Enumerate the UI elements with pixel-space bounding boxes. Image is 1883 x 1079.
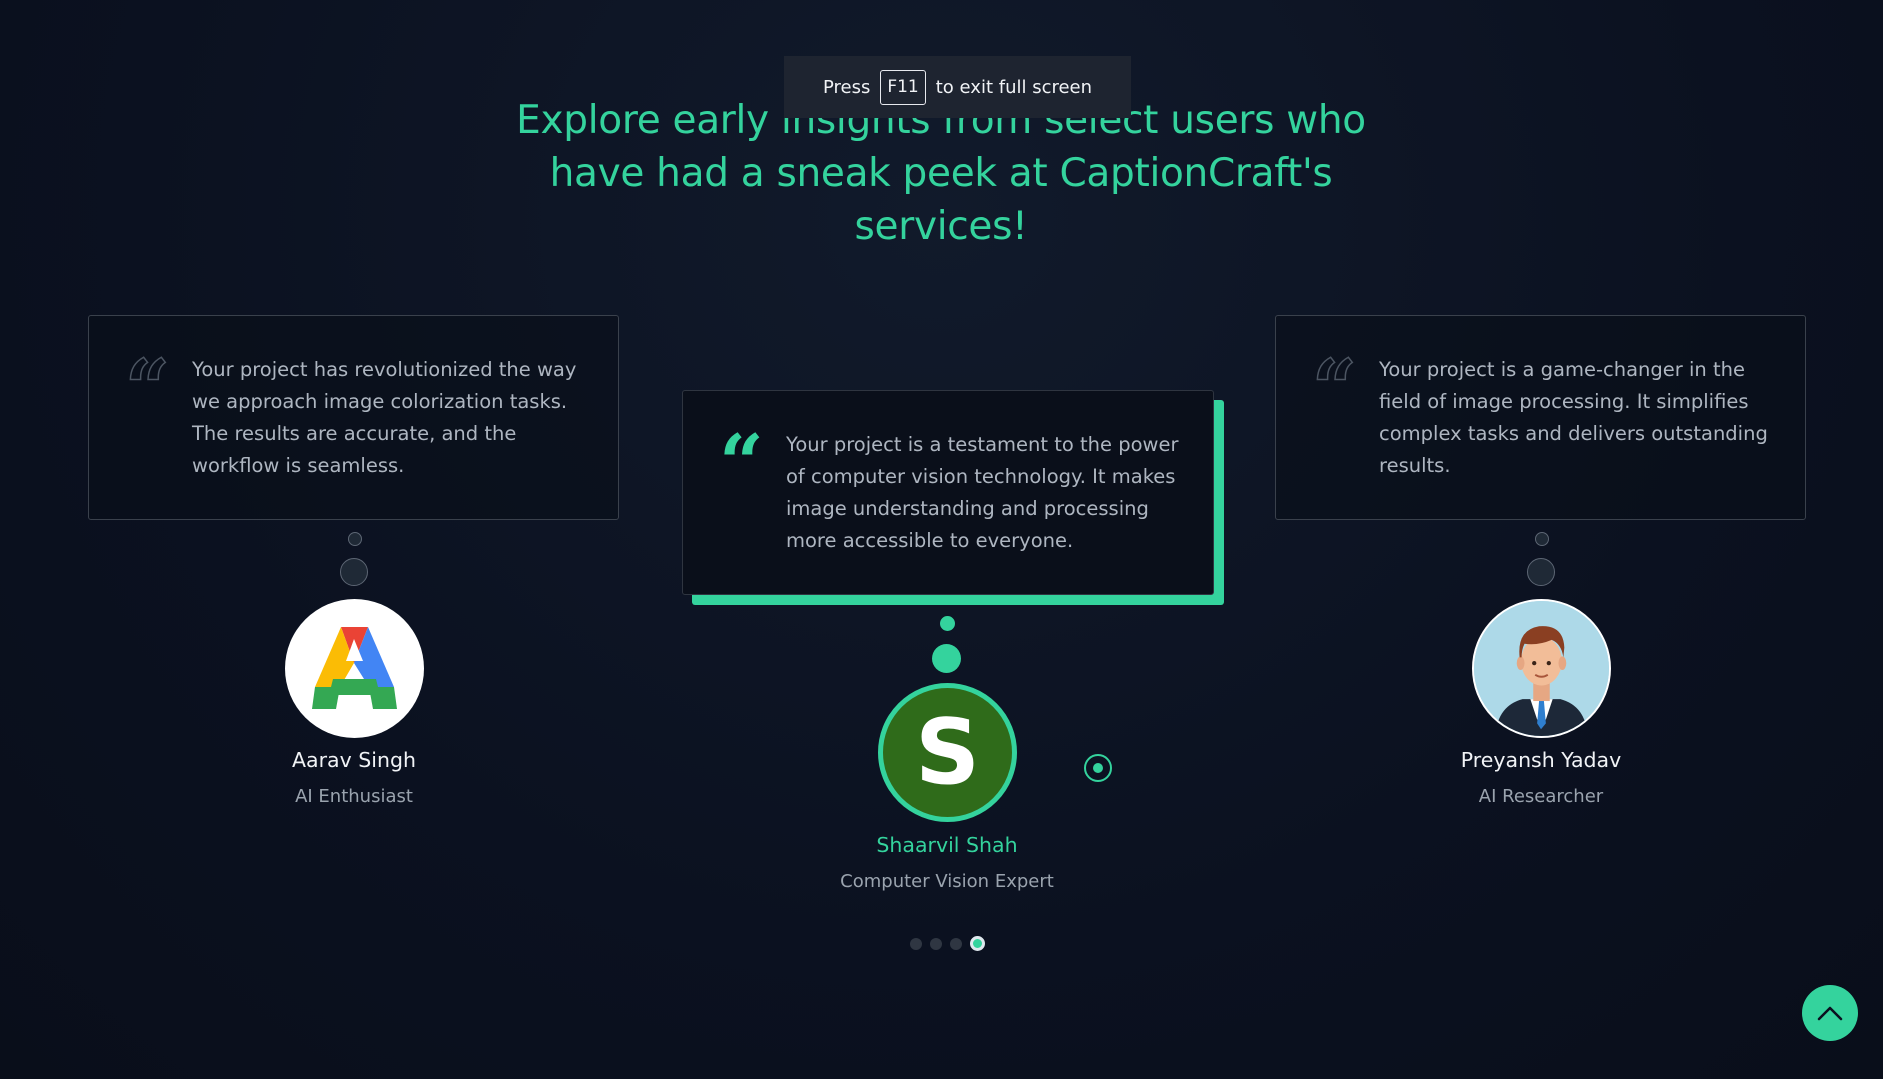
- testimonial-card-shaarvil[interactable]: “ Your project is a testament to the pow…: [682, 390, 1214, 595]
- avatar-shaarvil: S: [878, 683, 1017, 822]
- testimonial-text: Your project is a game-changer in the fi…: [1379, 358, 1768, 477]
- testimonial-role: Computer Vision Expert: [840, 871, 1054, 892]
- testimonial-card-preyansh[interactable]: “ Your project is a game-changer in the …: [1275, 315, 1806, 520]
- carousel-pagination: [910, 936, 985, 951]
- f11-key: F11: [880, 69, 926, 105]
- avatar-preyansh: [1472, 599, 1611, 738]
- connector-dot-large: [1527, 558, 1555, 586]
- fullscreen-exit-message: to exit full screen: [935, 76, 1093, 98]
- pagination-dot-1[interactable]: [910, 937, 922, 950]
- testimonial-name: Aarav Singh: [292, 748, 416, 772]
- pagination-dot-4-active[interactable]: [970, 936, 985, 951]
- person-avatar-icon: [1474, 601, 1609, 736]
- testimonial-name: Preyansh Yadav: [1460, 748, 1622, 772]
- connector-dot-large: [340, 558, 368, 586]
- fullscreen-notice: Press F11 to exit full screen: [784, 56, 1131, 118]
- fullscreen-press-label: Press: [822, 76, 871, 98]
- connector-dot-small: [940, 616, 955, 631]
- testimonial-role: AI Enthusiast: [295, 786, 413, 807]
- connector-dot-large: [932, 644, 961, 673]
- testimonial-role: AI Researcher: [1478, 786, 1604, 807]
- quote-icon: “: [1311, 343, 1357, 434]
- quote-icon: “: [124, 343, 170, 434]
- avatar-letter: S: [915, 699, 980, 805]
- connector-dot-small: [348, 532, 362, 546]
- testimonial-card-aarav[interactable]: “ Your project has revolutionized the wa…: [88, 315, 619, 520]
- chevron-up-icon: [1817, 1006, 1843, 1021]
- letter-a-logo-icon: [312, 627, 397, 709]
- quote-icon: “: [719, 418, 764, 509]
- testimonial-name: Shaarvil Shah: [876, 833, 1018, 857]
- connector-dot-small: [1535, 532, 1549, 546]
- pagination-dot-3[interactable]: [950, 937, 962, 950]
- radio-dot-icon[interactable]: [1084, 754, 1112, 782]
- pagination-dot-2[interactable]: [930, 937, 942, 950]
- avatar-aarav: [285, 599, 424, 738]
- testimonials-section: Press F11 to exit full screen Explore ea…: [0, 0, 1883, 1079]
- back-to-top-button[interactable]: [1802, 985, 1858, 1041]
- testimonial-text: Your project is a testament to the power…: [786, 433, 1179, 552]
- testimonial-text: Your project has revolutionized the way …: [192, 358, 577, 477]
